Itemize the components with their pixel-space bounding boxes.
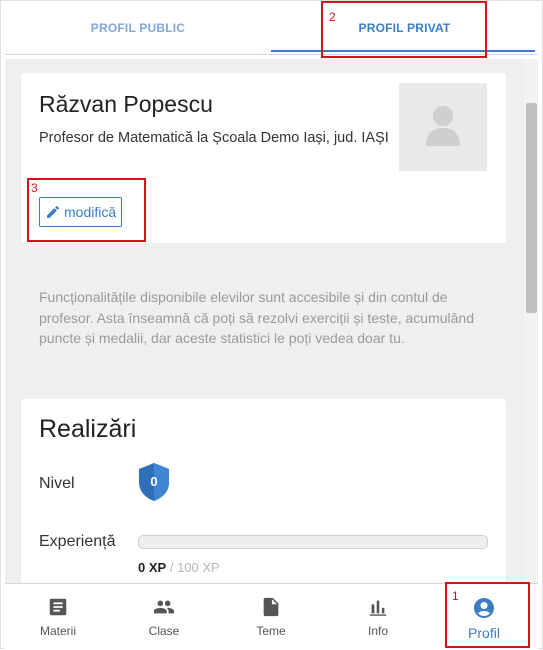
annotation-box-2 — [321, 1, 487, 58]
level-value: 0 — [150, 473, 158, 489]
achievements-card: Realizări Nivel 0 Experiență 0 XP / 100 … — [21, 399, 506, 583]
xp-current: 0 XP — [138, 560, 167, 575]
nav-label-info: Info — [367, 624, 388, 638]
nav-label-teme: Teme — [256, 624, 286, 638]
nav-item-clase[interactable]: Clase — [111, 584, 217, 650]
annotation-box-3 — [27, 178, 146, 242]
profile-description: Profesor de Matematică la Școala Demo Ia… — [39, 130, 389, 146]
experience-value: 0 XP / 100 XP — [138, 560, 220, 575]
xp-separator: / — [169, 560, 174, 575]
nav-label-materii: Materii — [39, 624, 76, 638]
experience-label: Experiență — [39, 533, 116, 550]
avatar — [399, 83, 487, 171]
person-placeholder-icon — [426, 106, 460, 146]
nav-item-teme[interactable]: Teme — [218, 584, 324, 650]
nav-label-clase: Clase — [148, 624, 180, 638]
content-area: Răzvan Popescu Profesor de Matematică la… — [5, 59, 538, 583]
level-label: Nivel — [39, 475, 75, 492]
bar-chart-icon — [369, 600, 387, 616]
app-window: PROFIL PUBLIC PROFIL PRIVAT Răzvan Popes… — [0, 0, 543, 650]
nav-item-materii[interactable]: Materii — [5, 584, 111, 650]
profile-name: Răzvan Popescu — [39, 91, 213, 117]
scrollbar-thumb[interactable] — [526, 103, 537, 313]
xp-max: 100 XP — [177, 560, 220, 575]
tab-profil-public[interactable]: PROFIL PUBLIC — [5, 1, 271, 55]
experience-progress-bar — [138, 535, 488, 549]
annotation-number-3: 3 — [31, 181, 38, 195]
level-badge: 0 — [137, 462, 171, 502]
group-icon — [153, 600, 175, 614]
nav-item-info[interactable]: Info — [325, 584, 431, 650]
achievements-title: Realizări — [39, 415, 137, 443]
annotation-number-1: 1 — [452, 589, 459, 603]
book-icon — [49, 598, 67, 616]
document-icon — [263, 597, 279, 617]
info-paragraph: Funcționalitățile disponibile elevilor s… — [39, 289, 474, 346]
annotation-number-2: 2 — [329, 10, 336, 24]
